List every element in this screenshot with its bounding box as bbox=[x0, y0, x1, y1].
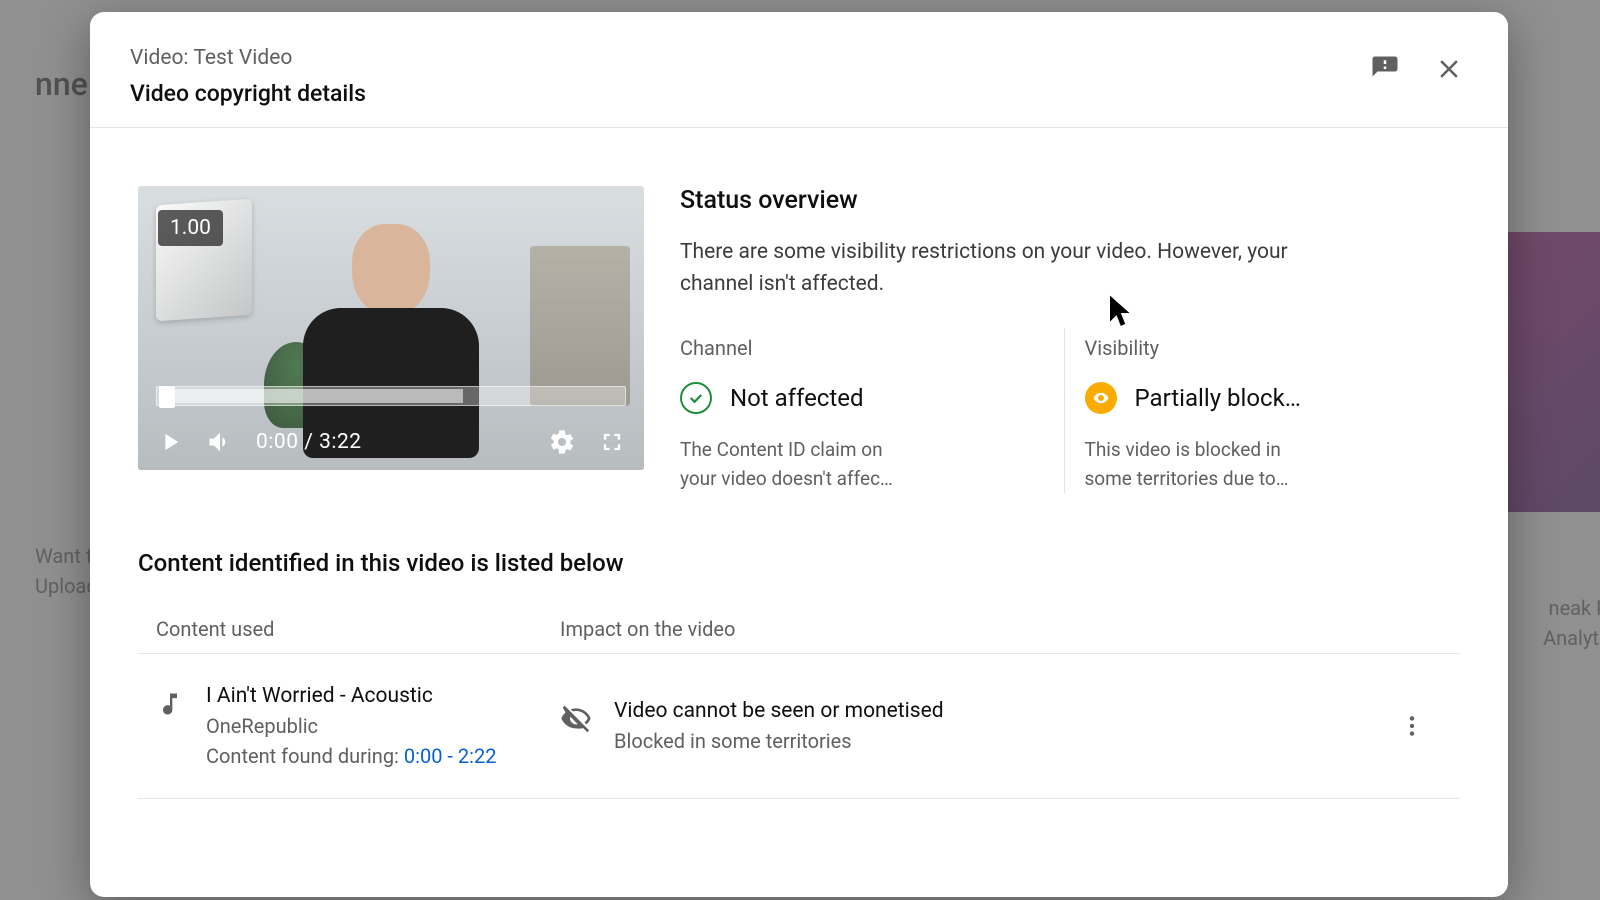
video-player[interactable]: 1.00 0:00 / 3:22 bbox=[138, 186, 644, 470]
track-found-range: Content found during: 0:00 - 2:22 bbox=[206, 744, 496, 768]
track-title: I Ain't Worried - Acoustic bbox=[206, 684, 496, 708]
progress-bar[interactable] bbox=[156, 386, 626, 406]
feedback-button[interactable] bbox=[1366, 50, 1404, 88]
timestamp-link[interactable]: 0:00 - 2:22 bbox=[404, 744, 497, 768]
bg-text: Want t bbox=[35, 544, 92, 568]
player-controls: 0:00 / 3:22 bbox=[156, 428, 626, 456]
volume-icon bbox=[206, 428, 234, 456]
content-row: I Ain't Worried - Acoustic OneRepublic C… bbox=[138, 653, 1460, 799]
check-circle-icon bbox=[680, 382, 712, 414]
status-overview: Status overview There are some visibilit… bbox=[680, 186, 1468, 493]
more-vert-icon bbox=[1399, 713, 1425, 739]
progress-handle[interactable] bbox=[159, 386, 175, 408]
impact-sub: Blocked in some territories bbox=[614, 729, 944, 753]
progress-buffer bbox=[159, 389, 463, 403]
bg-text: Upload bbox=[35, 574, 98, 598]
channel-status-value: Not affected bbox=[730, 384, 863, 412]
channel-status-sub: The Content ID claim on your video doesn… bbox=[680, 436, 900, 493]
visibility-status-label: Visibility bbox=[1085, 336, 1449, 360]
row-actions-button[interactable] bbox=[1382, 713, 1442, 739]
visibility-off-icon bbox=[560, 703, 592, 735]
content-heading: Content identified in this video is list… bbox=[138, 549, 1460, 577]
music-note-icon bbox=[156, 690, 184, 718]
channel-status-card: Channel Not affected The Content ID clai… bbox=[680, 328, 1064, 493]
feedback-icon bbox=[1370, 54, 1400, 84]
play-button[interactable] bbox=[156, 428, 184, 456]
visibility-status-card: Visibility Partially block… This video i… bbox=[1064, 328, 1469, 493]
content-identified-section: Content identified in this video is list… bbox=[90, 493, 1508, 799]
copyright-details-modal: Video: Test Video Video copyright detail… bbox=[90, 12, 1508, 897]
status-heading: Status overview bbox=[680, 186, 1468, 215]
close-icon bbox=[1434, 54, 1464, 84]
close-button[interactable] bbox=[1430, 50, 1468, 88]
visibility-warning-icon bbox=[1085, 382, 1117, 414]
channel-status-label: Channel bbox=[680, 336, 1044, 360]
bg-text: Analytics c bbox=[1543, 626, 1600, 650]
impact-title: Video cannot be seen or monetised bbox=[614, 699, 944, 723]
col-content-used: Content used bbox=[156, 617, 560, 641]
gear-icon bbox=[548, 428, 576, 456]
volume-button[interactable] bbox=[206, 428, 234, 456]
content-table-header: Content used Impact on the video bbox=[138, 605, 1460, 653]
modal-title: Video copyright details bbox=[130, 80, 366, 107]
bg-text: neak Peek bbox=[1549, 596, 1600, 620]
visibility-status-value: Partially block… bbox=[1135, 384, 1301, 412]
fullscreen-icon bbox=[598, 428, 626, 456]
time-display: 0:00 / 3:22 bbox=[256, 430, 362, 454]
visibility-status-sub: This video is blocked in some territorie… bbox=[1085, 436, 1305, 493]
fullscreen-button[interactable] bbox=[598, 428, 626, 456]
track-artist: OneRepublic bbox=[206, 714, 496, 738]
video-label: Video: Test Video bbox=[130, 46, 366, 70]
modal-header: Video: Test Video Video copyright detail… bbox=[90, 12, 1508, 128]
status-description: There are some visibility restrictions o… bbox=[680, 237, 1360, 300]
col-impact: Impact on the video bbox=[560, 617, 1382, 641]
play-icon bbox=[156, 428, 184, 456]
playback-speed-badge: 1.00 bbox=[158, 210, 223, 246]
settings-button[interactable] bbox=[548, 428, 576, 456]
